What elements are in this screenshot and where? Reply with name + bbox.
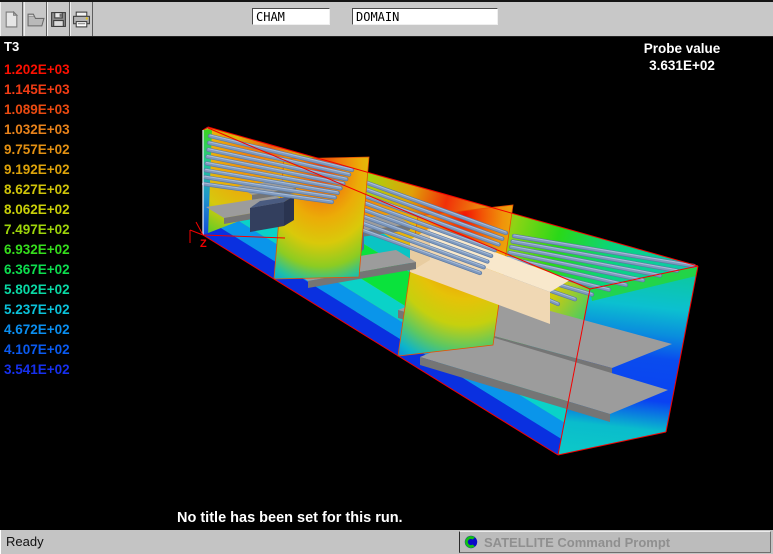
graphics-viewport: Z T3 1.202E+031.145E+031.089E+031.032E+0… bbox=[0, 37, 773, 530]
legend-entry: 9.757E+02 bbox=[4, 140, 114, 160]
legend-entry: 6.932E+02 bbox=[4, 240, 114, 260]
save-floppy-icon bbox=[50, 11, 67, 28]
legend-entry: 1.145E+03 bbox=[4, 80, 114, 100]
satellite-command-prompt-button[interactable]: SATELLITE Command Prompt bbox=[459, 531, 771, 553]
probe-readout: Probe value 3.631E+02 bbox=[617, 40, 747, 75]
status-bar: Ready SATELLITE Command Prompt bbox=[0, 530, 773, 554]
cham-field[interactable] bbox=[252, 8, 330, 25]
run-title-caption: No title has been set for this run. bbox=[177, 510, 403, 526]
legend-variable-name: T3 bbox=[4, 39, 114, 60]
toolbar bbox=[0, 0, 773, 37]
legend-entry: 4.672E+02 bbox=[4, 320, 114, 340]
print-button[interactable] bbox=[70, 2, 93, 36]
status-text: Ready bbox=[6, 534, 44, 549]
legend-entry: 4.107E+02 bbox=[4, 340, 114, 360]
probe-value: 3.631E+02 bbox=[617, 57, 747, 75]
legend-entry: 5.237E+02 bbox=[4, 300, 114, 320]
legend-scale: 1.202E+031.145E+031.089E+031.032E+039.75… bbox=[4, 60, 114, 380]
legend-entry: 1.089E+03 bbox=[4, 100, 114, 120]
contour-legend: T3 1.202E+031.145E+031.089E+031.032E+039… bbox=[4, 39, 114, 380]
legend-entry: 6.367E+02 bbox=[4, 260, 114, 280]
printer-icon bbox=[72, 11, 91, 28]
new-document-icon bbox=[3, 11, 20, 28]
cfd-3d-scene[interactable]: Z bbox=[0, 37, 773, 530]
legend-entry: 5.802E+02 bbox=[4, 280, 114, 300]
open-file-button[interactable] bbox=[24, 2, 47, 36]
satellite-prompt-label: SATELLITE Command Prompt bbox=[484, 535, 670, 550]
domain-field[interactable] bbox=[352, 8, 498, 25]
legend-entry: 8.062E+02 bbox=[4, 200, 114, 220]
new-document-button[interactable] bbox=[0, 2, 23, 36]
save-button[interactable] bbox=[47, 2, 70, 36]
probe-label: Probe value bbox=[617, 40, 747, 57]
open-folder-icon bbox=[27, 11, 45, 28]
app-window: Z T3 1.202E+031.145E+031.089E+031.032E+0… bbox=[0, 0, 773, 554]
legend-entry: 9.192E+02 bbox=[4, 160, 114, 180]
legend-entry: 8.627E+02 bbox=[4, 180, 114, 200]
legend-entry: 3.541E+02 bbox=[4, 360, 114, 380]
legend-entry: 7.497E+02 bbox=[4, 220, 114, 240]
legend-entry: 1.032E+03 bbox=[4, 120, 114, 140]
z-axis-label: Z bbox=[200, 238, 207, 250]
legend-entry: 1.202E+03 bbox=[4, 60, 114, 80]
satellite-app-icon bbox=[463, 534, 479, 550]
